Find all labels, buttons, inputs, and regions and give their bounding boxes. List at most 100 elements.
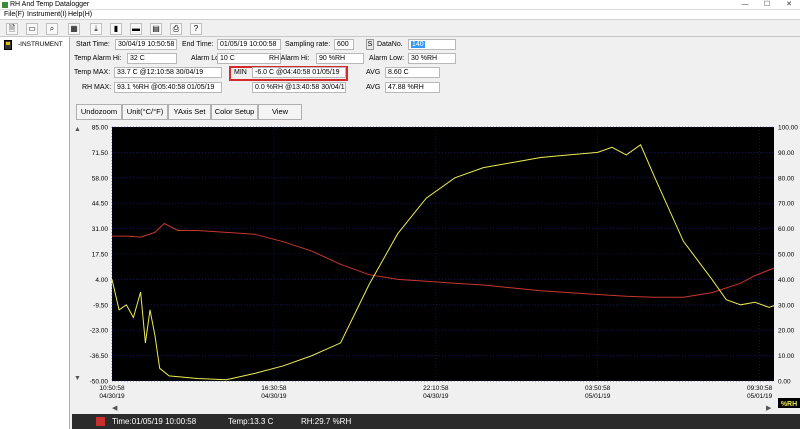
- y-right-tick-label: 40.00: [778, 277, 795, 284]
- window-title: RH And Temp Datalogger: [10, 1, 90, 8]
- scroll-left-icon: ◀: [112, 405, 118, 412]
- help-icon[interactable]: ?: [190, 23, 202, 35]
- y-right-tick-label: 70.00: [778, 201, 795, 208]
- alarm-icon: [96, 417, 105, 426]
- sampling-rate-label: Sampling rate:: [285, 41, 331, 48]
- y-right-tick-label: 50.00: [778, 252, 795, 259]
- end-time-label: End Time:: [182, 41, 214, 48]
- y-left-tick-label: -36.50: [90, 353, 109, 360]
- rh-max-value: 93.1 %RH @05:40:58 01/05/19: [114, 82, 222, 93]
- start-time-value: 30/04/19 10:50:58: [115, 39, 177, 50]
- app-icon: [2, 2, 8, 8]
- y-left-tick-label: -23.00: [90, 328, 109, 335]
- y-right-tick-label: 90.00: [778, 150, 795, 157]
- rh-alarm-hi-label: RH Alarm Hi:: [269, 55, 310, 62]
- status-bar: Time:01/05/19 10:00:58 Temp:13.3 C RH:29…: [72, 414, 800, 429]
- sampling-rate-value: 600: [334, 39, 354, 50]
- chart-icon[interactable]: ▤: [150, 23, 162, 35]
- scroll-up-icon: ▲: [74, 126, 81, 133]
- temp-alarm-hi-value: 32 C: [127, 53, 177, 64]
- menu-file[interactable]: File(F): [4, 10, 24, 20]
- temp-max-label: Temp MAX:: [74, 69, 111, 76]
- x-tick-date: 04/30/19: [261, 393, 287, 400]
- menu-help[interactable]: Help(H): [68, 10, 92, 20]
- menu-instrument[interactable]: Instrument(I): [27, 10, 67, 20]
- scroll-right-icon: ▶: [766, 405, 772, 412]
- tab-unit[interactable]: Unit(°C/°F): [122, 104, 168, 120]
- y-right-tick-label: 60.00: [778, 226, 795, 233]
- rh-alarm-low-value: 30 %RH: [408, 53, 456, 64]
- instrument-icon: [4, 40, 12, 50]
- print-icon[interactable]: ⎙: [170, 23, 182, 35]
- rh-unit-label: %RH: [781, 401, 797, 408]
- x-tick-time: 16:30:58: [261, 385, 287, 392]
- tree-node-instrument[interactable]: -INSTRUMENT: [18, 41, 63, 48]
- maximize-button[interactable]: ☐: [756, 0, 778, 10]
- x-tick-time: 03:50:58: [585, 385, 611, 392]
- datano-input[interactable]: 140: [408, 39, 456, 50]
- status-rh: RH:29.7 %RH: [301, 417, 352, 426]
- battery-icon[interactable]: ▮: [110, 23, 122, 35]
- close-button[interactable]: ✕: [778, 0, 800, 10]
- x-tick-time: 22:10:58: [423, 385, 449, 392]
- open-file-icon[interactable]: 🗎: [6, 23, 18, 35]
- x-tick-date: 04/30/19: [423, 393, 449, 400]
- rh-avg-label: AVG: [366, 84, 381, 91]
- instrument-tree: -INSTRUMENT: [0, 37, 70, 429]
- x-tick-time: 09:30:58: [747, 385, 773, 392]
- x-tick-time: 10:50:58: [99, 385, 125, 392]
- minimize-button[interactable]: —: [734, 0, 756, 10]
- temp-max-value: 33.7 C @12:10:58 30/04/19: [114, 67, 222, 78]
- chart-svg[interactable]: 85.00 71.50 58.00 44.50 31.00 17.50 4.00 -9.50 -…: [72, 122, 800, 414]
- y-left-tick-label: 17.50: [92, 252, 109, 259]
- temp-min-value: -6.0 C @04:40:58 01/05/19: [252, 67, 346, 78]
- rh-max-label: RH MAX:: [82, 84, 112, 91]
- rh-avg-value: 47.88 %RH: [385, 82, 440, 93]
- y-left-tick-label: 71.50: [92, 150, 109, 157]
- y-right-tick-label: 80.00: [778, 175, 795, 182]
- info-panel: Start Time: 30/04/19 10:50:58 End Time: …: [72, 37, 456, 99]
- y-left-tick-label: 85.00: [92, 125, 109, 132]
- tab-color-setup[interactable]: Color Setup: [211, 104, 258, 120]
- x-tick-date: 05/01/19: [585, 393, 611, 400]
- s-button[interactable]: S: [366, 39, 374, 50]
- temp-alarm-hi-label: Temp Alarm Hi:: [74, 55, 122, 62]
- window-controls: — ☐ ✕: [734, 0, 800, 10]
- datano-label: DataNo.: [377, 41, 403, 48]
- rh-min-value: 0.0 %RH @13:40:58 30/04/19: [252, 82, 346, 93]
- status-time: Time:01/05/19 10:00:58: [112, 417, 197, 426]
- chart-tabs: Undozoom Unit(°C/°F) YAxis Set Color Set…: [72, 104, 800, 120]
- temp-avg-label: AVG: [366, 69, 381, 76]
- end-time-value: 01/05/19 10:00:58: [217, 39, 281, 50]
- y-right-tick-label: 30.00: [778, 302, 795, 309]
- search-icon[interactable]: ⌕: [46, 23, 58, 35]
- scroll-down-icon: ▼: [74, 375, 81, 382]
- status-temp: Temp:13.3 C: [228, 417, 274, 426]
- y-left-tick-label: 4.00: [95, 277, 108, 284]
- grid-icon[interactable]: ▦: [68, 23, 80, 35]
- rh-alarm-hi-value: 90 %RH: [316, 53, 364, 64]
- x-tick-date: 04/30/19: [99, 393, 125, 400]
- tab-undozoom[interactable]: Undozoom: [76, 104, 122, 120]
- y-right-tick-label: 20.00: [778, 328, 795, 335]
- y-right-tick-label: 100.00: [778, 125, 798, 132]
- title-bar: RH And Temp Datalogger — ☐ ✕: [0, 0, 800, 10]
- y-left-tick-label: 44.50: [92, 201, 109, 208]
- y-right-tick-label: 10.00: [778, 353, 795, 360]
- open-folder-icon[interactable]: ▭: [26, 23, 38, 35]
- download-icon[interactable]: ⤓: [90, 23, 102, 35]
- temp-avg-value: 8.60 C: [385, 67, 440, 78]
- y-left-tick-label: 58.00: [92, 175, 109, 182]
- temp-min-label: MIN: [234, 69, 247, 76]
- menu-bar: File(F) Instrument(I) Help(H): [0, 10, 800, 20]
- tab-yaxis-set[interactable]: YAxis Set: [168, 104, 211, 120]
- start-time-label: Start Time:: [76, 41, 110, 48]
- display-icon[interactable]: ▬: [130, 23, 142, 35]
- tab-view[interactable]: View: [258, 104, 302, 120]
- toolbar: 🗎 ▭ ⌕ ▦ ⤓ ▮ ▬ ▤ ⎙ ?: [0, 21, 800, 37]
- rh-alarm-low-label: Alarm Low:: [369, 55, 405, 62]
- y-left-tick-label: -9.50: [93, 302, 108, 309]
- chart-area[interactable]: 85.00 71.50 58.00 44.50 31.00 17.50 4.00 -9.50 -…: [72, 122, 800, 414]
- x-tick-date: 05/01/19: [747, 393, 773, 400]
- y-left-tick-label: 31.00: [92, 226, 109, 233]
